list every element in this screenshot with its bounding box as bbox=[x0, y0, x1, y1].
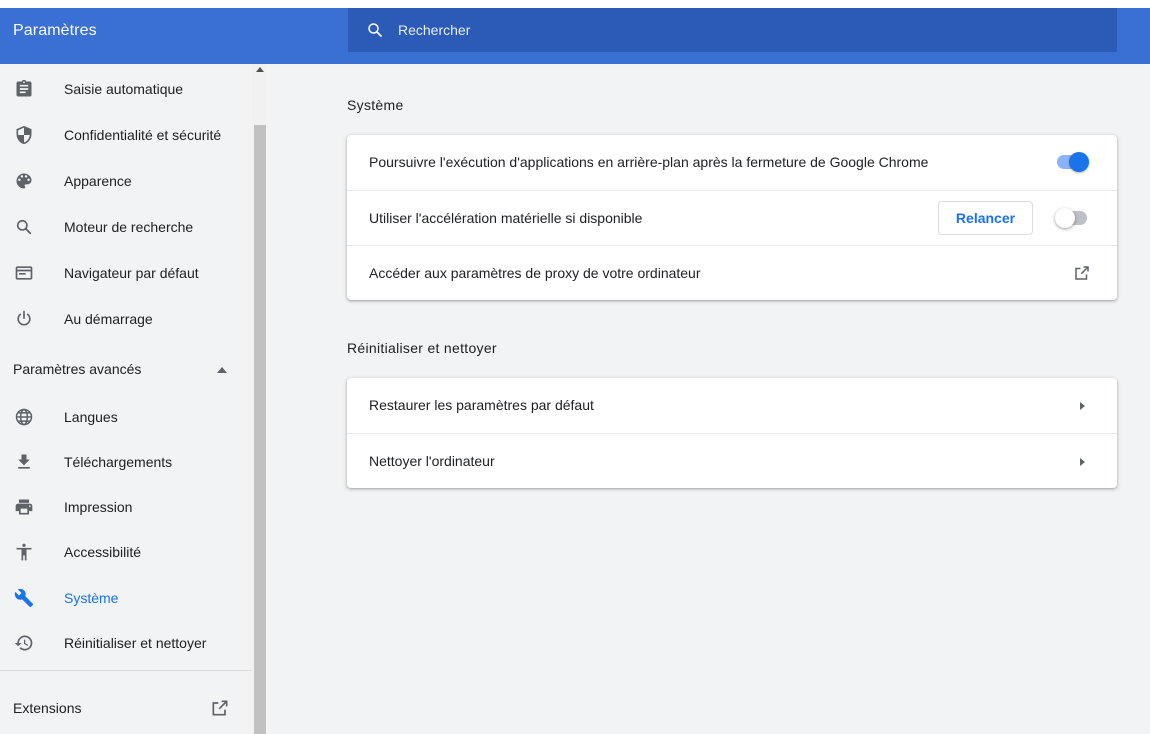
chevron-right-icon bbox=[1080, 458, 1085, 466]
settings-row-proxy[interactable]: Accéder aux paramètres de proxy de votre… bbox=[347, 245, 1117, 300]
search-box[interactable] bbox=[348, 8, 1117, 52]
sidebar-item-system[interactable]: Système bbox=[0, 575, 252, 621]
sidebar-item-label: Accessibilité bbox=[64, 544, 142, 560]
search-icon bbox=[368, 23, 382, 37]
sidebar-item-label: Langues bbox=[64, 409, 118, 425]
sidebar-item-privacy[interactable]: Confidentialité et sécurité bbox=[0, 112, 252, 158]
toggle-knob bbox=[1069, 152, 1089, 172]
wrench-icon bbox=[14, 588, 34, 608]
sidebar-item-default-browser[interactable]: Navigateur par défaut bbox=[0, 250, 252, 296]
row-label: Accéder aux paramètres de proxy de votre… bbox=[369, 265, 701, 281]
sidebar-item-search-engine[interactable]: Moteur de recherche bbox=[0, 204, 252, 250]
sidebar-item-autofill[interactable]: Saisie automatique bbox=[0, 66, 252, 112]
sidebar-item-label: Navigateur par défaut bbox=[64, 265, 199, 281]
search-icon bbox=[16, 219, 32, 235]
sidebar-item-label: Impression bbox=[64, 499, 133, 515]
top-strip bbox=[0, 0, 1150, 8]
reset-settings-card: Restaurer les paramètres par défaut Nett… bbox=[347, 378, 1117, 488]
settings-row-hardware-acceleration[interactable]: Utiliser l'accélération matérielle si di… bbox=[347, 190, 1117, 245]
sidebar-item-reset[interactable]: Réinitialiser et nettoyer bbox=[0, 620, 252, 666]
printer-icon bbox=[15, 499, 33, 515]
sidebar-item-printing[interactable]: Impression bbox=[0, 484, 252, 530]
settings-row-background-apps[interactable]: Poursuivre l'exécution d'applications en… bbox=[347, 135, 1117, 190]
open-in-new-icon[interactable] bbox=[210, 698, 230, 718]
browser-window-icon bbox=[15, 266, 33, 280]
section-title-reset: Réinitialiser et nettoyer bbox=[347, 340, 497, 356]
restore-icon bbox=[14, 635, 33, 651]
background-apps-toggle[interactable] bbox=[1057, 152, 1089, 172]
toggle-knob bbox=[1055, 208, 1075, 228]
accessibility-icon bbox=[16, 543, 32, 561]
relaunch-button[interactable]: Relancer bbox=[938, 201, 1033, 235]
main-content: Système Poursuivre l'exécution d'applica… bbox=[265, 64, 1150, 734]
sidebar: Saisie automatique Confidentialité et sé… bbox=[0, 64, 255, 734]
sidebar-item-downloads[interactable]: Téléchargements bbox=[0, 439, 252, 485]
shield-icon bbox=[16, 125, 32, 145]
open-in-new-icon[interactable] bbox=[1073, 264, 1091, 282]
hardware-acceleration-toggle[interactable] bbox=[1055, 208, 1087, 228]
chevron-right-icon bbox=[1080, 402, 1085, 410]
row-label: Poursuivre l'exécution d'applications en… bbox=[369, 154, 929, 170]
search-input[interactable] bbox=[398, 8, 1098, 52]
sidebar-item-label: Apparence bbox=[64, 173, 132, 189]
system-settings-card: Poursuivre l'exécution d'applications en… bbox=[347, 135, 1117, 300]
globe-icon bbox=[15, 408, 33, 426]
advanced-settings-toggle[interactable]: Paramètres avancés bbox=[13, 361, 141, 377]
clipboard-icon bbox=[16, 79, 32, 97]
row-label: Nettoyer l'ordinateur bbox=[369, 453, 495, 469]
settings-row-clean-computer[interactable]: Nettoyer l'ordinateur bbox=[347, 433, 1117, 488]
row-label: Utiliser l'accélération matérielle si di… bbox=[369, 210, 643, 226]
sidebar-item-languages[interactable]: Langues bbox=[0, 394, 252, 440]
caret-up-icon[interactable] bbox=[217, 367, 227, 373]
section-title-system: Système bbox=[347, 97, 404, 113]
sidebar-item-appearance[interactable]: Apparence bbox=[0, 158, 252, 204]
download-icon bbox=[18, 454, 30, 469]
scroll-up-arrow-icon[interactable] bbox=[256, 66, 264, 74]
row-label: Restaurer les paramètres par défaut bbox=[369, 397, 594, 413]
sidebar-item-label: Réinitialiser et nettoyer bbox=[64, 635, 207, 651]
app-title: Paramètres bbox=[13, 22, 97, 39]
sidebar-item-extensions[interactable]: Extensions bbox=[13, 700, 81, 716]
sidebar-item-accessibility[interactable]: Accessibilité bbox=[0, 529, 252, 575]
sidebar-item-label: Au démarrage bbox=[64, 311, 153, 327]
sidebar-item-startup[interactable]: Au démarrage bbox=[0, 296, 252, 342]
sidebar-divider bbox=[0, 670, 252, 671]
power-icon bbox=[17, 310, 31, 326]
sidebar-item-label: Saisie automatique bbox=[64, 81, 184, 97]
sidebar-item-label: Confidentialité et sécurité bbox=[64, 127, 222, 143]
palette-icon bbox=[16, 173, 32, 189]
settings-row-restore-defaults[interactable]: Restaurer les paramètres par défaut bbox=[347, 378, 1117, 433]
sidebar-item-label: Moteur de recherche bbox=[64, 219, 194, 235]
sidebar-item-label: Système bbox=[64, 590, 119, 606]
sidebar-item-label: Téléchargements bbox=[64, 454, 173, 470]
app-header: Paramètres bbox=[0, 0, 1150, 64]
